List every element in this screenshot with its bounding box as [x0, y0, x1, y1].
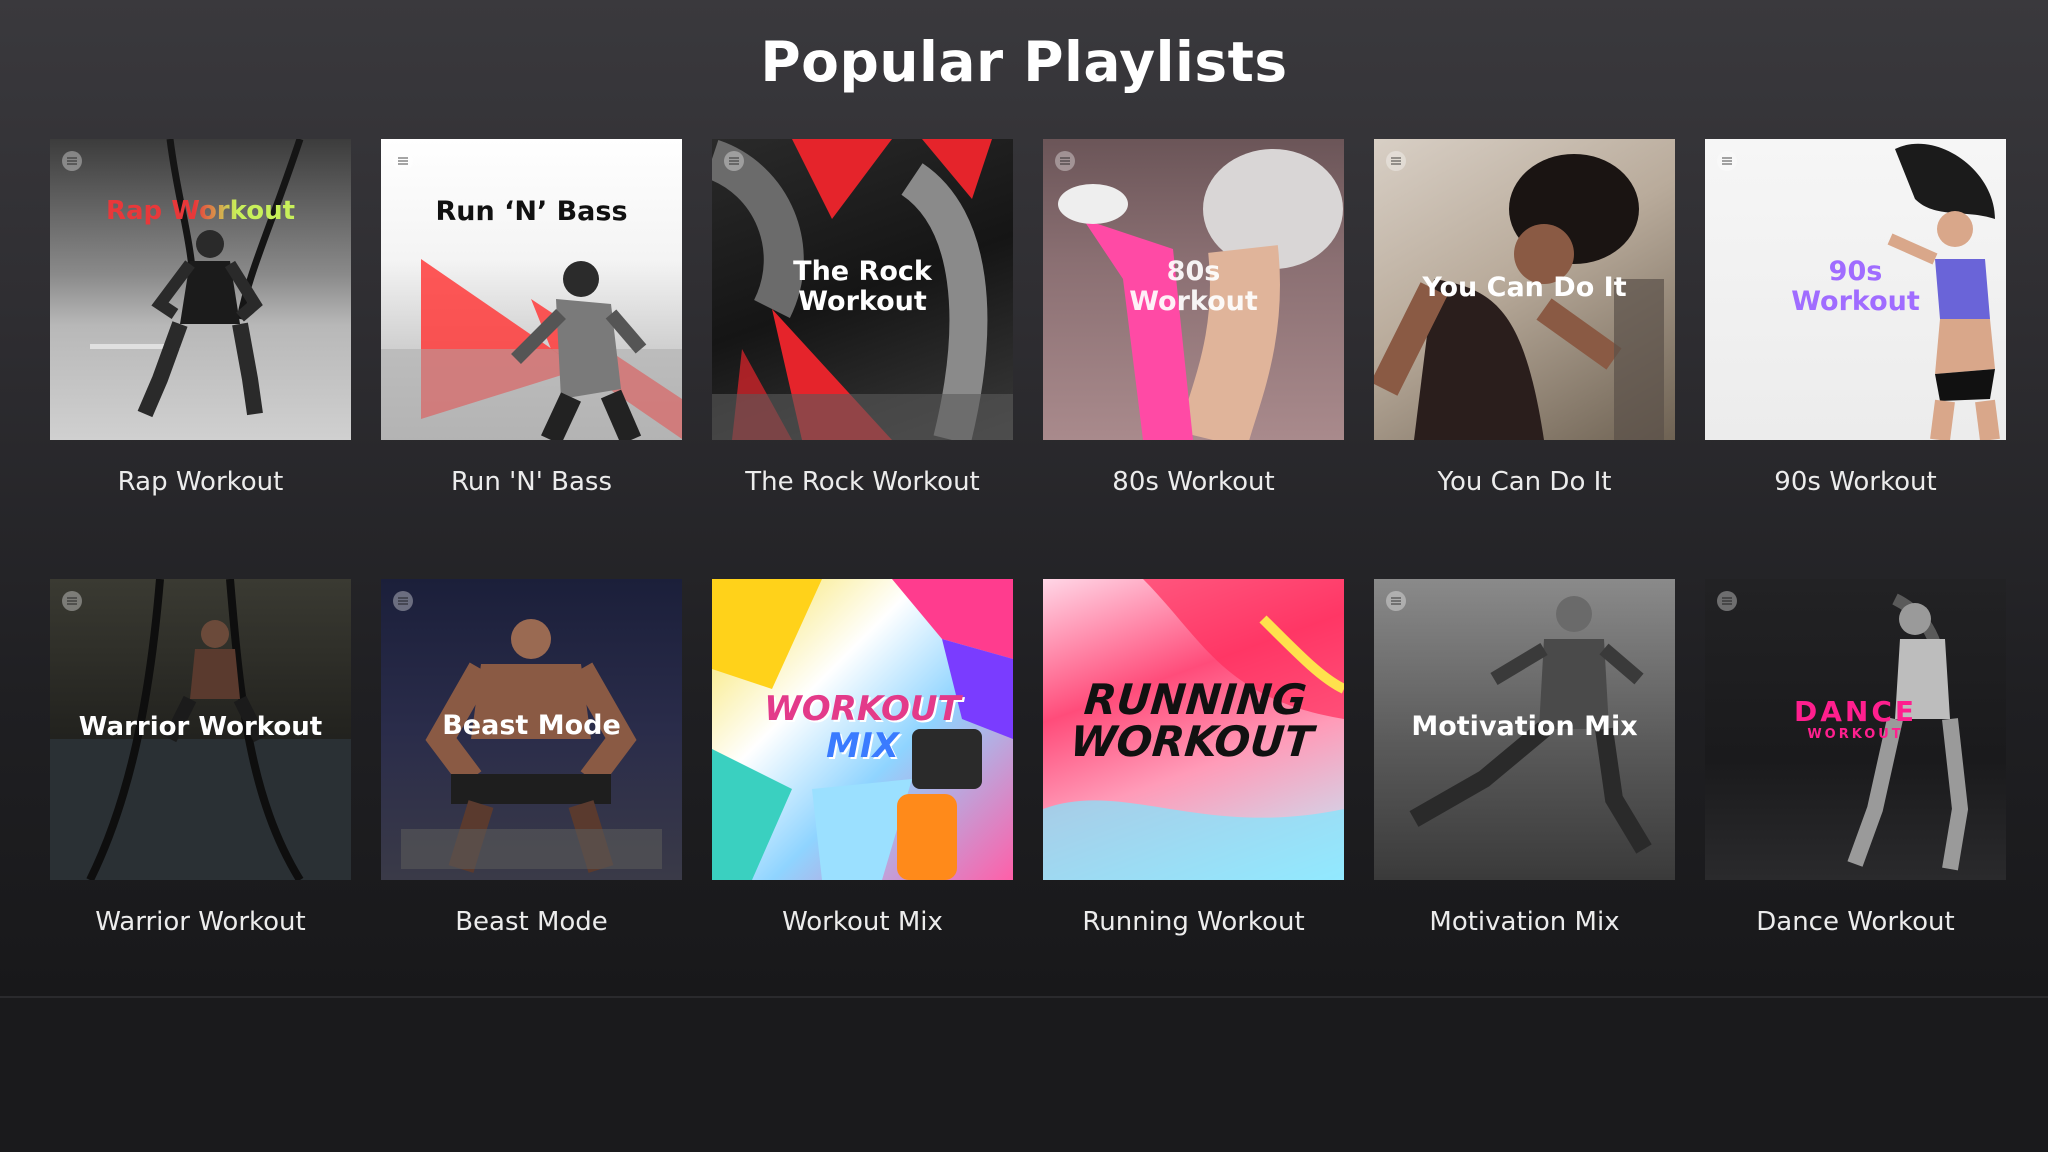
spotify-icon	[62, 151, 82, 171]
playlist-label[interactable]: Run 'N' Bass	[381, 467, 682, 497]
cover-title: You Can Do It	[1422, 272, 1627, 303]
cover-title: RUNNING WORKOUT	[1043, 675, 1344, 766]
playlist-grid: Rap Workout Rap Workout Run ‘N’ Bass Run…	[50, 139, 2008, 1019]
playlist-cover[interactable]: WORKOUT MIX	[712, 579, 1013, 880]
playlist-card-beast-mode[interactable]: Beast Mode Beast Mode	[381, 579, 682, 1019]
cover-title-line2: MIX	[826, 726, 899, 767]
cover-title-line1: The Rock	[793, 256, 932, 287]
cover-title-line2: WORKOUT	[1068, 717, 1316, 766]
cover-title: Rap Workout	[50, 197, 351, 226]
playlist-card-rap-workout[interactable]: Rap Workout Rap Workout	[50, 139, 351, 579]
spotify-icon	[1386, 151, 1406, 171]
spotify-icon	[724, 151, 744, 171]
spotify-icon	[393, 151, 413, 171]
playlist-cover[interactable]: Beast Mode	[381, 579, 682, 880]
playlist-card-80s-workout[interactable]: 80s Workout 80s Workout	[1043, 139, 1344, 579]
cover-title-line1: WORKOUT	[764, 689, 961, 729]
playlist-cover[interactable]: RUNNING WORKOUT	[1043, 579, 1344, 880]
playlist-cover[interactable]: Rap Workout	[50, 139, 351, 440]
playlist-label[interactable]: Rap Workout	[50, 467, 351, 497]
cover-title: 90s Workout	[1705, 257, 2006, 316]
cover-title-line1: 80s	[1166, 256, 1221, 287]
cover-title: Motivation Mix	[1411, 711, 1638, 742]
playlist-card-you-can-do-it[interactable]: You Can Do It You Can Do It	[1374, 139, 1675, 579]
playlist-card-the-rock-workout[interactable]: The Rock Workout The Rock Workout	[712, 139, 1013, 579]
popular-playlists-section: Popular Playlists Rap Workout Rap Workou…	[0, 0, 2048, 996]
cover-title-line2: Workout	[1791, 285, 1920, 317]
cover-title: WORKOUT MIX	[712, 689, 1013, 767]
playlist-cover[interactable]: Run ‘N’ Bass	[381, 139, 682, 440]
cover-title-line2: Workout	[798, 285, 927, 317]
cover-title: Warrior Workout	[78, 712, 323, 742]
spotify-icon	[1386, 591, 1406, 611]
playlist-label[interactable]: 80s Workout	[1043, 467, 1344, 497]
cover-title-line1: DANCE	[1793, 695, 1918, 728]
runner-illustration	[381, 259, 682, 440]
spotify-icon	[393, 591, 413, 611]
cover-title: DANCE WORKOUT	[1705, 695, 2006, 742]
playlist-card-dance-workout[interactable]: DANCE WORKOUT Dance Workout	[1705, 579, 2006, 1019]
playlist-card-motivation-mix[interactable]: Motivation Mix Motivation Mix	[1374, 579, 1675, 1019]
spotify-icon	[1717, 151, 1737, 171]
cover-title: 80s Workout	[1043, 257, 1344, 316]
cover-title-line1: 90s	[1828, 256, 1883, 287]
spotify-icon	[1717, 591, 1737, 611]
playlist-card-run-n-bass[interactable]: Run ‘N’ Bass Run 'N' Bass	[381, 139, 682, 579]
playlist-label[interactable]: Workout Mix	[712, 907, 1013, 937]
playlist-label[interactable]: Motivation Mix	[1374, 907, 1675, 937]
playlist-cover[interactable]: DANCE WORKOUT	[1705, 579, 2006, 880]
section-title: Popular Playlists	[760, 30, 1288, 94]
playlist-card-workout-mix[interactable]: WORKOUT MIX Workout Mix	[712, 579, 1013, 1019]
playlist-cover[interactable]: 80s Workout	[1043, 139, 1344, 440]
playlist-cover[interactable]: Motivation Mix	[1374, 579, 1675, 880]
playlist-card-running-workout[interactable]: RUNNING WORKOUT Running Workout	[1043, 579, 1344, 1019]
playlist-label[interactable]: You Can Do It	[1374, 467, 1675, 497]
playlist-card-warrior-workout[interactable]: Warrior Workout Warrior Workout	[50, 579, 351, 1019]
playlist-cover[interactable]: You Can Do It	[1374, 139, 1675, 440]
cover-title: The Rock Workout	[712, 257, 1013, 316]
spotify-icon	[1055, 151, 1075, 171]
athlete-illustration	[90, 139, 304, 418]
playlist-label[interactable]: The Rock Workout	[712, 467, 1013, 497]
cover-title-line2: WORKOUT	[1807, 726, 1904, 742]
spotify-icon	[62, 591, 82, 611]
playlist-label[interactable]: Running Workout	[1043, 907, 1344, 937]
playlist-cover[interactable]: The Rock Workout	[712, 139, 1013, 440]
playlist-label[interactable]: Warrior Workout	[50, 907, 351, 937]
playlist-label[interactable]: Dance Workout	[1705, 907, 2006, 937]
cover-title: Run ‘N’ Bass	[435, 196, 628, 227]
cover-title: Beast Mode	[442, 710, 621, 741]
cover-title-line2: Workout	[1129, 285, 1258, 317]
playlist-card-90s-workout[interactable]: 90s Workout 90s Workout	[1705, 139, 2006, 579]
spotify-page: Popular Playlists Rap Workout Rap Workou…	[0, 0, 2048, 1152]
cover-title-line1: RUNNING	[1082, 675, 1309, 724]
playlist-cover[interactable]: Warrior Workout	[50, 579, 351, 880]
playlist-cover[interactable]: 90s Workout	[1705, 139, 2006, 440]
playlist-label[interactable]: Beast Mode	[381, 907, 682, 937]
footer-area	[0, 998, 2048, 1152]
playlist-label[interactable]: 90s Workout	[1705, 467, 2006, 497]
